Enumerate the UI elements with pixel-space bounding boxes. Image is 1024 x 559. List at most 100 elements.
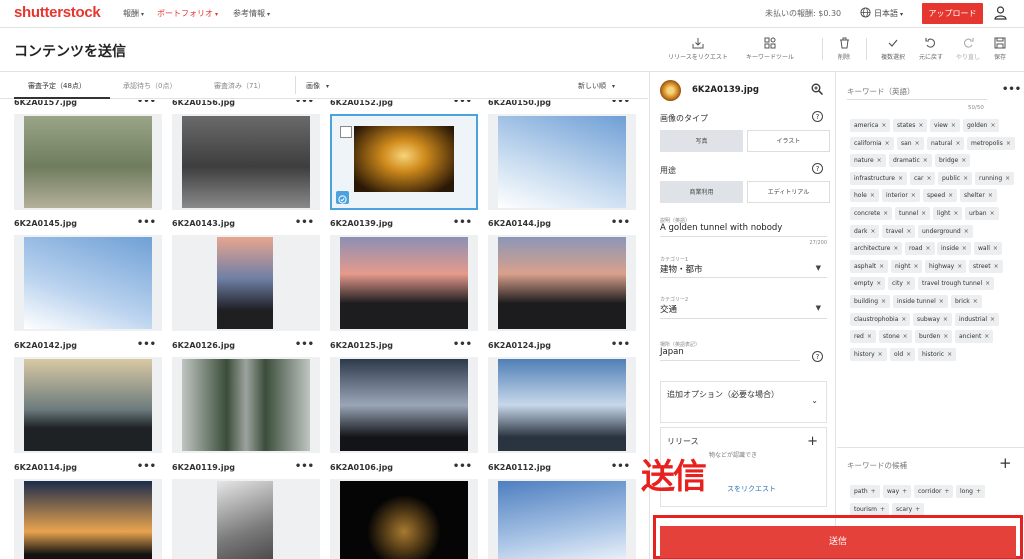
usage-editorial[interactable]: エディトリアル — [747, 181, 830, 203]
keyword-tag[interactable]: metropolis × — [967, 136, 1015, 150]
image-card[interactable]: 6K2A0112.jpg ••• — [488, 461, 636, 559]
keyword-tag[interactable]: building × — [850, 295, 891, 308]
remove-keyword-icon[interactable]: × — [964, 228, 969, 235]
remove-keyword-icon[interactable]: × — [877, 157, 882, 164]
keyword-tag[interactable]: red × — [850, 330, 876, 344]
keyword-tag[interactable]: bridge × — [935, 154, 971, 168]
more-options-icon[interactable]: ••• — [611, 100, 630, 107]
keyword-tag[interactable]: san × — [897, 136, 924, 150]
help-icon[interactable]: ? — [812, 111, 823, 122]
keyword-tag[interactable]: travel trough tunnel × — [918, 277, 995, 291]
keyword-tag[interactable]: dramatic × — [889, 154, 932, 168]
keyword-tag[interactable]: asphalt × — [850, 259, 889, 273]
image-card[interactable]: 6K2A0125.jpg ••• — [330, 339, 478, 461]
keyword-tag[interactable]: shelter × — [960, 189, 997, 203]
keyword-tag[interactable]: night × — [891, 259, 923, 273]
image-card[interactable]: 6K2A0114.jpg ••• — [14, 461, 162, 559]
add-keyword-icon[interactable]: + — [880, 506, 885, 513]
remove-keyword-icon[interactable]: × — [953, 210, 958, 217]
keyword-tag[interactable]: inside tunnel × — [893, 295, 948, 308]
image-card[interactable]: 6K2A0150.jpg ••• — [488, 100, 636, 218]
keyword-tag[interactable]: wall × — [974, 242, 1002, 256]
keyword-tag[interactable]: hole × — [850, 189, 879, 203]
delete-tool[interactable]: 削除 — [832, 37, 856, 61]
suggested-keyword-tag[interactable]: corridor + — [914, 485, 954, 498]
image-card[interactable]: 6K2A0144.jpg ••• — [488, 217, 636, 339]
keyword-tool[interactable]: キーワードツール — [737, 37, 803, 61]
image-thumbnail[interactable] — [330, 479, 478, 559]
keyword-tag[interactable]: car × — [910, 171, 936, 185]
save-tool[interactable]: 保存 — [988, 37, 1012, 61]
remove-keyword-icon[interactable]: × — [961, 157, 966, 164]
remove-keyword-icon[interactable]: × — [962, 245, 967, 252]
more-options-icon[interactable]: ••• — [453, 217, 472, 228]
description-input[interactable]: A golden tunnel with nobody — [660, 223, 782, 233]
remove-keyword-icon[interactable]: × — [906, 351, 911, 358]
suggested-keyword-tag[interactable]: long + — [956, 485, 985, 498]
remove-keyword-icon[interactable]: × — [878, 351, 883, 358]
more-options-icon[interactable]: ••• — [453, 461, 472, 472]
add-keyword-icon[interactable]: + — [871, 488, 876, 495]
suggested-keyword-tag[interactable]: scary + — [892, 502, 925, 516]
multi-select-tool[interactable]: 複数選択 — [876, 37, 910, 61]
image-thumbnail[interactable] — [330, 114, 478, 210]
image-thumbnail[interactable] — [14, 114, 162, 210]
remove-keyword-icon[interactable]: × — [898, 175, 903, 182]
remove-keyword-icon[interactable]: × — [943, 333, 948, 340]
request-release-link[interactable]: スをリクエスト — [727, 484, 776, 494]
remove-keyword-icon[interactable]: × — [879, 263, 884, 270]
select-checkbox[interactable] — [340, 126, 352, 138]
remove-keyword-icon[interactable]: × — [885, 140, 890, 147]
remove-keyword-icon[interactable]: × — [870, 228, 875, 235]
image-thumbnail[interactable] — [172, 235, 320, 331]
keyword-tag[interactable]: natural × — [927, 136, 965, 150]
add-keyword-icon[interactable]: + — [976, 488, 981, 495]
extra-options-accordion[interactable]: 追加オプション（必要な場合） ⌄ — [660, 381, 827, 423]
remove-keyword-icon[interactable]: × — [947, 351, 952, 358]
image-card[interactable]: 6K2A0156.jpg ••• — [172, 100, 320, 218]
remove-keyword-icon[interactable]: × — [918, 122, 923, 129]
remove-keyword-icon[interactable]: × — [990, 316, 995, 323]
image-card[interactable]: 6K2A0106.jpg ••• — [330, 461, 478, 559]
keyword-tag[interactable]: california × — [850, 136, 894, 150]
usage-commercial[interactable]: 商業利用 — [660, 181, 743, 203]
language-selector[interactable]: 日本語 ▾ — [860, 7, 903, 19]
remove-keyword-icon[interactable]: × — [957, 263, 962, 270]
keyword-tag[interactable]: city × — [888, 277, 915, 291]
remove-keyword-icon[interactable]: × — [915, 140, 920, 147]
image-thumbnail[interactable] — [488, 357, 636, 453]
image-card[interactable]: 6K2A0139.jpg ••• — [330, 217, 478, 339]
tab-reviewed[interactable]: 審査済み（71） — [214, 81, 265, 91]
submit-button[interactable]: 送信 — [660, 526, 1016, 558]
keyword-tag[interactable]: running × — [975, 171, 1015, 185]
category1-select[interactable]: 建物・都市 — [660, 263, 703, 275]
remove-keyword-icon[interactable]: × — [939, 298, 944, 305]
image-card[interactable]: 6K2A0152.jpg ••• — [330, 100, 478, 218]
keyword-tag[interactable]: states × — [893, 119, 928, 132]
keyword-tag[interactable]: history × — [850, 347, 887, 361]
remove-keyword-icon[interactable]: × — [903, 333, 908, 340]
keyword-tag[interactable]: ancient × — [955, 330, 994, 344]
remove-keyword-icon[interactable]: × — [926, 245, 931, 252]
tab-awaiting-approval[interactable]: 承認待ち（0点） — [123, 81, 176, 91]
remove-keyword-icon[interactable]: × — [893, 245, 898, 252]
keyword-tag[interactable]: travel × — [882, 224, 916, 238]
add-suggestion-icon[interactable]: + — [999, 454, 1012, 472]
remove-keyword-icon[interactable]: × — [926, 175, 931, 182]
suggested-keyword-tag[interactable]: tourism + — [850, 502, 889, 516]
suggested-keyword-tag[interactable]: path + — [850, 485, 880, 498]
keyword-tag[interactable]: underground × — [918, 224, 973, 238]
keyword-tag[interactable]: nature × — [850, 154, 886, 168]
image-thumbnail[interactable] — [488, 479, 636, 559]
keyword-tag[interactable]: burden × — [915, 330, 953, 344]
sort-dropdown[interactable]: 新しい順 ▾ — [578, 81, 615, 91]
more-options-icon[interactable]: ••• — [295, 100, 314, 107]
keyword-tag[interactable]: inside × — [937, 242, 971, 256]
help-icon[interactable]: ? — [812, 163, 823, 174]
help-icon[interactable]: ? — [812, 351, 823, 362]
image-thumbnail[interactable] — [488, 235, 636, 331]
image-thumbnail[interactable] — [172, 357, 320, 453]
nav-resources[interactable]: 参考情報 ▾ — [233, 8, 270, 19]
image-thumbnail[interactable] — [330, 235, 478, 331]
user-account-icon[interactable] — [994, 6, 1007, 20]
